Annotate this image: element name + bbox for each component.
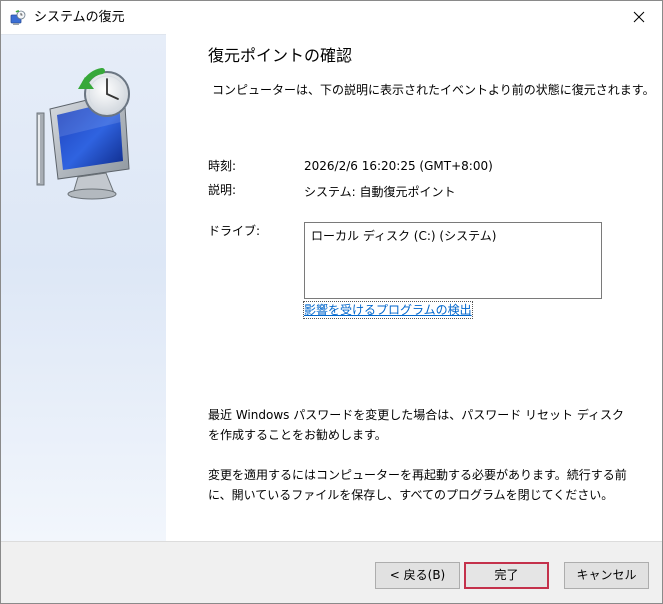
side-panel <box>1 34 166 542</box>
title-bar: システムの復元 <box>1 1 662 34</box>
main-content: 復元ポイントの確認 コンピューターは、下の説明に表示されたイベントより前の状態に… <box>166 34 662 541</box>
system-restore-icon <box>10 10 26 26</box>
time-value: 2026/2/6 16:20:25 (GMT+8:00) <box>304 159 493 173</box>
password-note: 最近 Windows パスワードを変更した場合は、パスワード リセット ディスク… <box>208 408 624 442</box>
button-bar: < 戻る(B) 完了 キャンセル <box>1 541 662 603</box>
close-button[interactable] <box>616 1 662 33</box>
restart-note: 変更を適用するにはコンピューターを再起動する必要があります。続行する前に、開いて… <box>208 468 627 502</box>
page-title: 復元ポイントの確認 <box>208 46 353 65</box>
description-value: システム: 自動復元ポイント <box>304 185 456 199</box>
monitor-clock-restore-icon <box>36 68 130 200</box>
description-label: 説明: <box>208 183 237 197</box>
list-item[interactable]: ローカル ディスク (C:) (システム) <box>311 228 496 244</box>
system-restore-window: システムの復元 復元ポイントの確認 コンピューターは、下の説明に表示されたイベン… <box>0 0 663 604</box>
cancel-button[interactable]: キャンセル <box>564 562 649 589</box>
back-button[interactable]: < 戻る(B) <box>375 562 460 589</box>
drive-list[interactable]: ローカル ディスク (C:) (システム) <box>304 222 602 299</box>
drive-label: ドライブ: <box>208 224 261 238</box>
scan-affected-programs-link[interactable]: 影響を受けるプログラムの検出 <box>303 301 473 319</box>
time-label: 時刻: <box>208 159 237 173</box>
page-description: コンピューターは、下の説明に表示されたイベントより前の状態に復元されます。 <box>212 83 655 97</box>
close-icon <box>633 11 645 23</box>
finish-button[interactable]: 完了 <box>464 562 549 589</box>
window-title: システムの復元 <box>34 10 125 25</box>
